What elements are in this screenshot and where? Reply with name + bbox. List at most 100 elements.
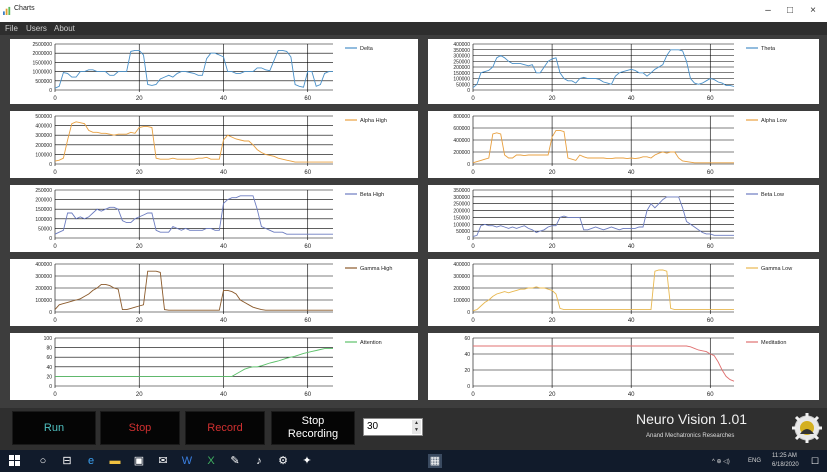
excel-icon[interactable]: X bbox=[204, 454, 218, 468]
x-tick-label: 60 bbox=[304, 392, 311, 398]
close-button[interactable]: × bbox=[802, 2, 824, 20]
menu-users[interactable]: Users bbox=[26, 24, 47, 33]
y-tick-label: 300000 bbox=[453, 195, 470, 201]
tray-icons[interactable]: ^ ⊕ ◁) bbox=[712, 458, 730, 465]
app-icon-3[interactable]: ✦ bbox=[300, 454, 314, 468]
legend-label: Delta bbox=[360, 46, 374, 52]
y-tick-label: 80 bbox=[46, 346, 52, 352]
x-tick-label: 20 bbox=[136, 244, 143, 250]
y-tick-label: 60 bbox=[46, 355, 52, 361]
stop-recording-button[interactable]: Stop Recording bbox=[271, 411, 355, 445]
numeric-input[interactable]: 30 ▲ ▼ bbox=[363, 418, 423, 436]
y-tick-label: 20 bbox=[46, 374, 52, 380]
x-tick-label: 60 bbox=[707, 244, 714, 250]
search-icon[interactable]: ○ bbox=[36, 454, 50, 468]
charts-app-taskbar-icon[interactable]: ▦ bbox=[428, 454, 442, 468]
settings-gear-icon[interactable]: ⚙ bbox=[276, 454, 290, 468]
x-tick-label: 0 bbox=[53, 244, 57, 250]
y-tick-label: 800000 bbox=[453, 114, 470, 120]
word-icon[interactable]: W bbox=[180, 454, 194, 468]
chart-panel-gamma-high: 400000 300000 200000 100000 0 0 20 40 60 Gamma Hi… bbox=[10, 259, 418, 326]
y-tick-label: 0 bbox=[49, 88, 52, 94]
language-indicator[interactable]: ENG bbox=[748, 458, 761, 464]
stop-button-label: Stop bbox=[128, 422, 152, 434]
y-tick-label: 0 bbox=[467, 88, 470, 94]
y-tick-label: 600000 bbox=[453, 126, 470, 132]
y-tick-label: 50000 bbox=[456, 229, 470, 235]
x-tick-label: 60 bbox=[304, 244, 311, 250]
y-tick-label: 400000 bbox=[453, 262, 470, 268]
y-tick-label: 100000 bbox=[453, 222, 470, 228]
record-button[interactable]: Record bbox=[185, 411, 265, 445]
title-bar: Charts – □ × bbox=[0, 0, 827, 22]
y-tick-label: 0 bbox=[49, 162, 52, 168]
store-icon[interactable]: ▣ bbox=[132, 454, 146, 468]
x-tick-label: 0 bbox=[471, 392, 475, 398]
windows-start-icon[interactable] bbox=[8, 454, 22, 468]
x-tick-label: 0 bbox=[471, 170, 475, 176]
stop-button[interactable]: Stop bbox=[100, 411, 180, 445]
chart-panel-beta-high: 250000 200000 150000 100000 50000 0 0 20 40 60 Bet… bbox=[10, 185, 418, 252]
y-tick-label: 500000 bbox=[35, 79, 52, 85]
series-line-delta bbox=[54, 49, 333, 89]
app-icon-1[interactable]: ✎ bbox=[228, 454, 242, 468]
minimize-button[interactable]: – bbox=[757, 2, 779, 20]
chart-delta: 2500000 2000000 1500000 1000000 500000 00 20 40… bbox=[33, 42, 374, 102]
file-explorer-icon[interactable]: ▬ bbox=[108, 454, 122, 468]
numeric-input-value: 30 bbox=[367, 421, 379, 432]
y-tick-label: 0 bbox=[467, 162, 470, 168]
x-tick-label: 40 bbox=[628, 96, 635, 102]
x-tick-label: 40 bbox=[628, 170, 635, 176]
chart-attention: 100 80 60 40 20 00 20 40 60 Attention bbox=[44, 336, 382, 398]
x-tick-label: 40 bbox=[220, 318, 227, 324]
menu-about[interactable]: About bbox=[54, 24, 75, 33]
y-tick-label: 2500000 bbox=[33, 42, 53, 48]
x-tick-label: 20 bbox=[136, 392, 143, 398]
spin-up-icon[interactable]: ▲ bbox=[412, 420, 421, 427]
gear-logo-icon bbox=[792, 413, 822, 443]
menu-bar: File Users About bbox=[0, 22, 827, 35]
legend-label: Alpha Low bbox=[761, 118, 787, 124]
y-tick-label: 100000 bbox=[35, 298, 52, 304]
chart-alpha-high: 500000 400000 300000 200000 100000 00 20 40 60 Al… bbox=[35, 114, 387, 176]
charts-area: 2500000 2000000 1500000 1000000 500000 0 0 20 40… bbox=[0, 35, 827, 408]
x-tick-label: 0 bbox=[53, 392, 57, 398]
chart-panel-theta: 400000 350000 300000 250000 200000 150000 1000… bbox=[428, 39, 819, 104]
stop-recording-label-line1: Stop bbox=[301, 415, 325, 427]
y-tick-label: 200000 bbox=[453, 286, 470, 292]
notifications-icon[interactable]: ☐ bbox=[808, 454, 822, 468]
y-tick-label: 100000 bbox=[35, 217, 52, 223]
legend-label: Meditation bbox=[761, 340, 786, 346]
chart-theta: 4000003500003000002500002000001500001000… bbox=[453, 42, 776, 102]
legend-label: Alpha High bbox=[360, 118, 387, 124]
x-tick-label: 40 bbox=[628, 244, 635, 250]
maximize-button[interactable]: □ bbox=[779, 2, 801, 20]
y-tick-label: 200000 bbox=[35, 143, 52, 149]
window-title: Charts bbox=[14, 5, 35, 12]
x-tick-label: 20 bbox=[136, 318, 143, 324]
x-tick-label: 20 bbox=[549, 318, 556, 324]
task-view-icon[interactable]: ⊟ bbox=[60, 454, 74, 468]
spin-down-icon[interactable]: ▼ bbox=[412, 427, 421, 434]
x-tick-label: 40 bbox=[220, 96, 227, 102]
y-tick-label: 300000 bbox=[453, 274, 470, 280]
edge-browser-icon[interactable]: e bbox=[84, 454, 98, 468]
series-line-attention bbox=[55, 348, 333, 377]
app-icon-2[interactable]: ♪ bbox=[252, 454, 266, 468]
y-tick-label: 200000 bbox=[35, 198, 52, 204]
mail-icon[interactable]: ✉ bbox=[156, 454, 170, 468]
y-tick-label: 100000 bbox=[453, 298, 470, 304]
chart-panel-meditation: 60 40 20 0 0 20 40 60 Meditation bbox=[428, 333, 819, 400]
clock-time[interactable]: 11:25 AM bbox=[772, 453, 797, 459]
run-button[interactable]: Run bbox=[12, 411, 96, 445]
y-tick-label: 1000000 bbox=[33, 70, 53, 76]
clock-date[interactable]: 6/18/2020 bbox=[772, 462, 799, 468]
y-tick-label: 0 bbox=[49, 236, 52, 242]
series-line-alpha-low bbox=[472, 129, 734, 164]
x-tick-label: 60 bbox=[304, 96, 311, 102]
menu-file[interactable]: File bbox=[5, 24, 18, 33]
record-button-label: Record bbox=[207, 422, 243, 434]
legend-label: Beta Low bbox=[761, 192, 784, 198]
x-tick-label: 20 bbox=[136, 170, 143, 176]
y-tick-label: 0 bbox=[49, 384, 52, 390]
